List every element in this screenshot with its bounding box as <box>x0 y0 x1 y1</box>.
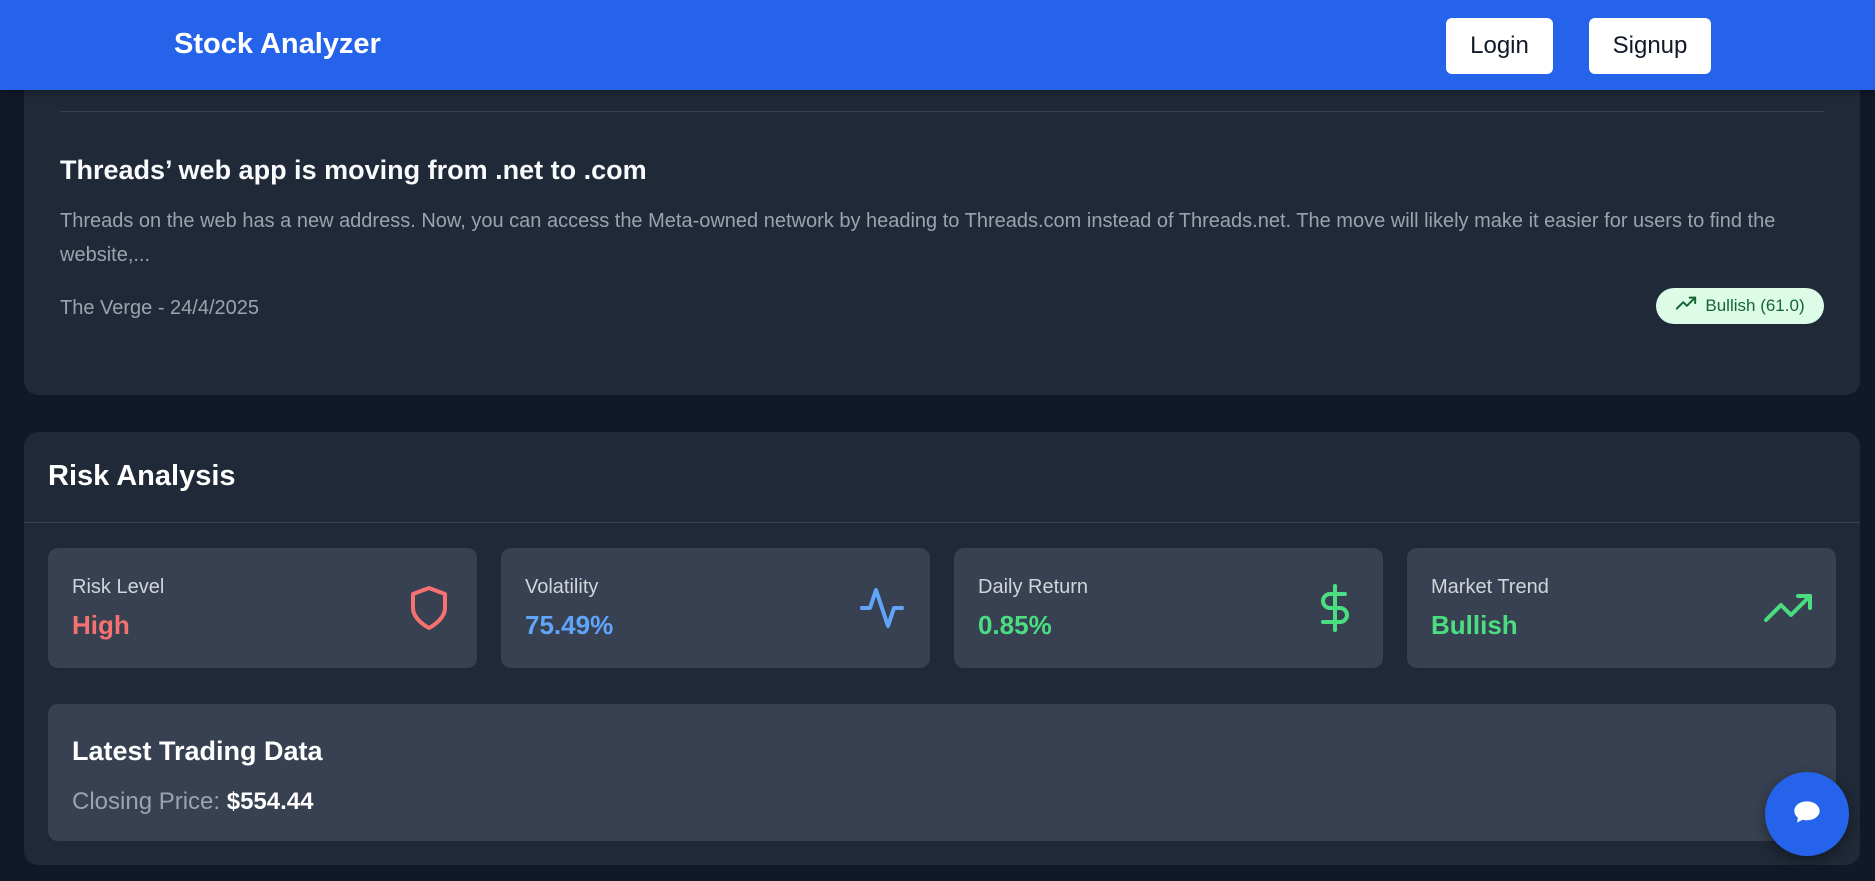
news-title[interactable]: Threads’ web app is moving from .net to … <box>60 155 647 186</box>
top-navbar: Stock Analyzer Login Signup <box>0 0 1875 90</box>
shield-icon <box>405 584 453 632</box>
metric-volatility: Volatility 75.49% <box>501 548 930 668</box>
latest-trading-data-card: Latest Trading Data Closing Price: $554.… <box>48 704 1836 841</box>
metric-label: Risk Level <box>72 576 165 598</box>
metric-risk-level: Risk Level High <box>48 548 477 668</box>
dollar-sign-icon <box>1311 584 1359 632</box>
metric-value: 75.49% <box>525 610 614 640</box>
metric-value: Bullish <box>1431 610 1518 640</box>
news-source-date: The Verge - 24/4/2025 <box>60 297 260 319</box>
metric-market-trend: Market Trend Bullish <box>1407 548 1836 668</box>
sentiment-badge: Bullish (61.0) <box>1656 288 1824 324</box>
risk-analysis-card: Risk Analysis Risk Level High Volatility… <box>24 432 1860 865</box>
metric-label: Daily Return <box>978 576 1089 598</box>
closing-price-label: Closing Price: <box>72 788 227 815</box>
metric-label: Volatility <box>525 576 599 598</box>
activity-icon <box>858 584 906 632</box>
sentiment-label: Bullish (61.0) <box>1705 296 1805 315</box>
metric-daily-return: Daily Return 0.85% <box>954 548 1383 668</box>
news-card: Threads’ web app is moving from .net to … <box>24 60 1860 395</box>
login-button[interactable]: Login <box>1446 18 1553 74</box>
trending-up-icon <box>1764 584 1812 632</box>
metric-label: Market Trend <box>1431 576 1549 598</box>
brand-title[interactable]: Stock Analyzer <box>174 28 381 61</box>
metric-value: High <box>72 610 130 640</box>
risk-analysis-title: Risk Analysis <box>48 460 236 492</box>
closing-price-value: $554.44 <box>226 788 314 815</box>
closing-price-row: Closing Price: $554.44 <box>72 788 314 816</box>
trading-data-title: Latest Trading Data <box>72 736 323 766</box>
risk-divider <box>24 522 1860 523</box>
news-divider <box>60 111 1824 112</box>
news-summary: Threads on the web has a new address. No… <box>60 210 1776 266</box>
chat-button[interactable] <box>1765 772 1849 856</box>
trending-up-icon <box>1675 293 1697 320</box>
signup-button[interactable]: Signup <box>1589 18 1711 74</box>
chat-bubble-icon <box>1791 796 1823 833</box>
metric-value: 0.85% <box>978 610 1052 640</box>
